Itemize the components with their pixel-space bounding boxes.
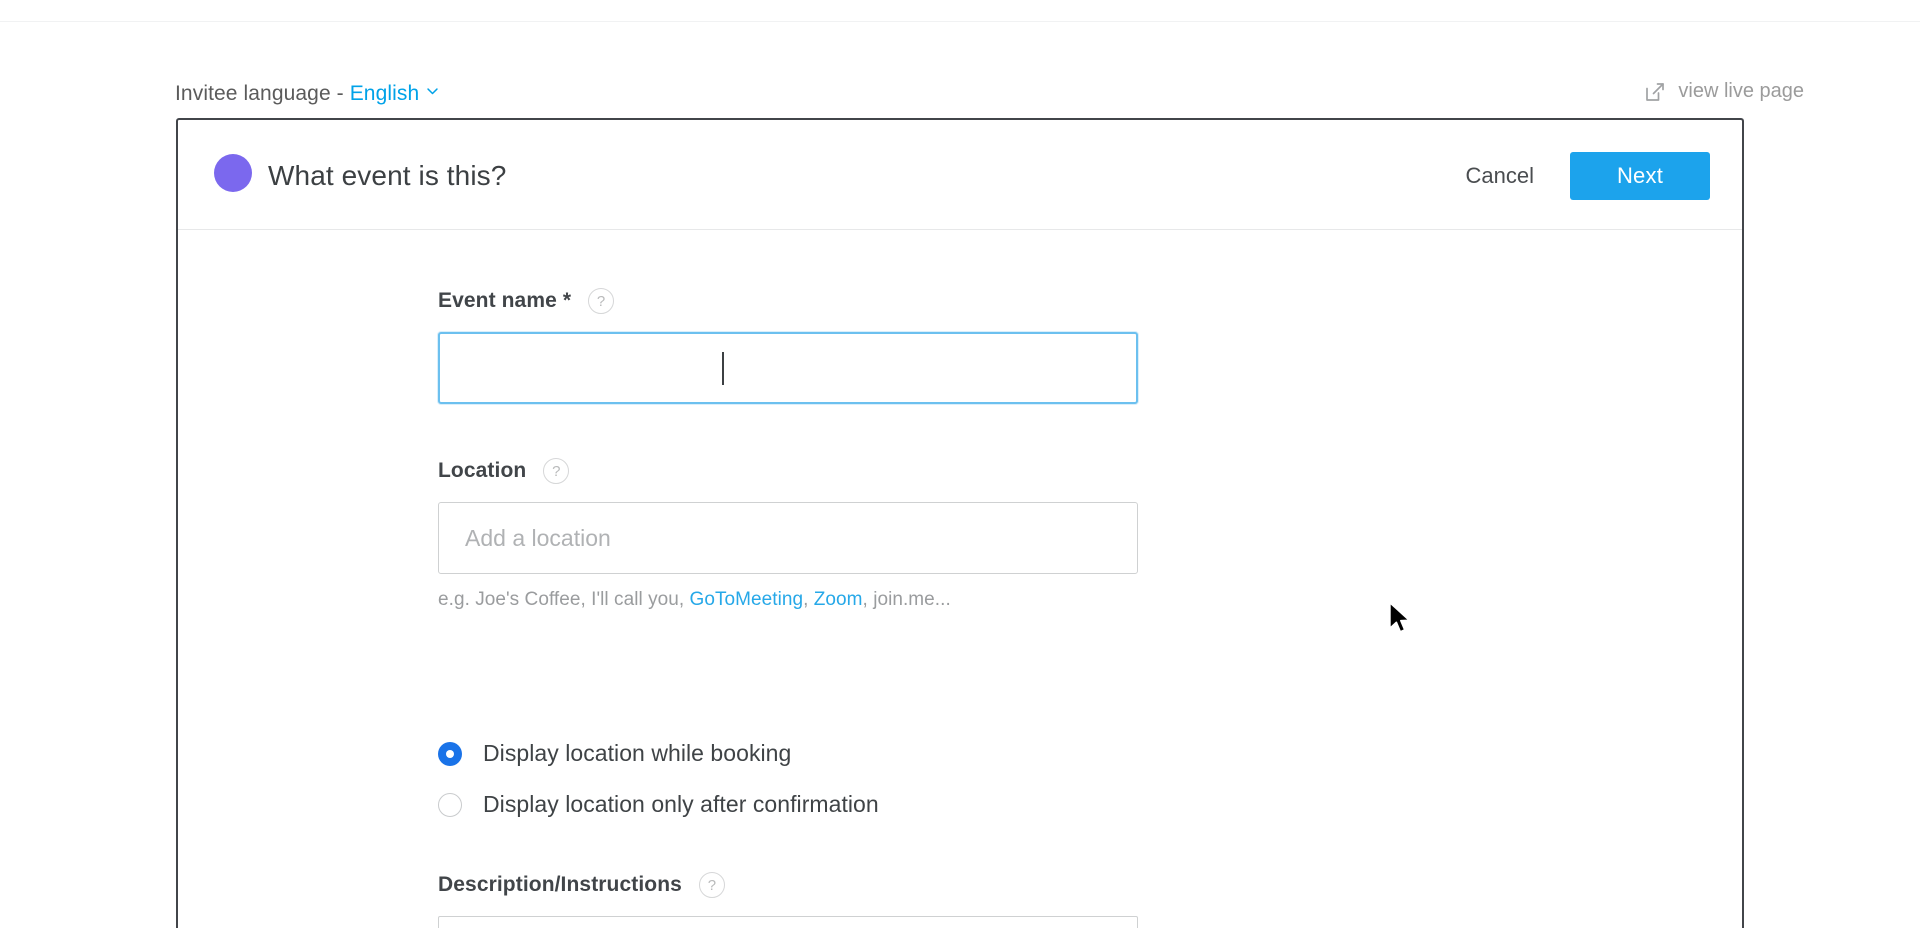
description-label-row: Description/Instructions ?	[438, 872, 1138, 898]
event-name-input-wrap	[438, 332, 1138, 404]
event-setup-card: What event is this? Cancel Next Event na…	[176, 118, 1744, 928]
gotomeeting-link[interactable]: GoToMeeting	[690, 589, 804, 610]
mouse-cursor	[1388, 602, 1414, 636]
radio-indicator[interactable]	[438, 741, 462, 766]
radio-indicator[interactable]	[438, 792, 462, 817]
view-live-page-label: view live page	[1678, 80, 1804, 102]
radio-label: Display location only after confirmation	[483, 791, 879, 817]
description-input-wrap	[438, 916, 1138, 928]
location-hint: e.g. Joe's Coffee, I'll call you, GoToMe…	[438, 589, 1138, 611]
event-name-input[interactable]	[438, 332, 1138, 404]
help-circle-icon[interactable]: ?	[588, 288, 615, 314]
cancel-button[interactable]: Cancel	[1462, 163, 1538, 189]
invitee-language-label: Invitee language -	[175, 82, 344, 105]
zoom-link[interactable]: Zoom	[814, 589, 863, 610]
radio-label: Display location while booking	[483, 740, 792, 766]
location-input-wrap	[438, 502, 1138, 574]
chevron-down-icon[interactable]	[426, 85, 439, 98]
description-field-group: Description/Instructions ?	[438, 872, 1138, 928]
topbar: Invitee language - English view live pag…	[0, 22, 1920, 105]
invitee-language-selector[interactable]: Invitee language - English	[175, 82, 439, 106]
description-label: Description/Instructions	[438, 873, 682, 896]
external-link-icon	[1644, 81, 1666, 103]
location-hint-suffix: , join.me...	[862, 589, 951, 610]
location-display-options: Display location while booking Display l…	[438, 740, 879, 818]
event-color-avatar[interactable]	[214, 154, 252, 192]
location-hint-prefix: e.g. Joe's Coffee, I'll call you,	[438, 589, 690, 610]
event-name-label: Event name *	[438, 289, 572, 312]
event-name-field-group: Event name * ?	[438, 288, 1138, 404]
location-field-group: Location ? e.g. Joe's Coffee, I'll call …	[438, 458, 1138, 611]
page-root: Invitee language - English view live pag…	[0, 0, 1920, 928]
help-circle-icon[interactable]: ?	[543, 458, 570, 484]
location-hint-sep: ,	[803, 589, 814, 610]
view-live-page-link[interactable]: view live page	[1644, 80, 1804, 103]
text-caret	[722, 352, 724, 385]
description-textarea[interactable]	[438, 916, 1138, 928]
location-label-row: Location ?	[438, 458, 1138, 484]
location-label: Location	[438, 459, 527, 482]
card-header-actions: Cancel Next	[1462, 152, 1710, 200]
invitee-language-value[interactable]: English	[350, 82, 420, 105]
radio-display-while-booking[interactable]: Display location while booking	[438, 740, 879, 767]
help-circle-icon[interactable]: ?	[698, 872, 725, 898]
next-button[interactable]: Next	[1570, 152, 1710, 200]
location-input[interactable]	[438, 502, 1138, 574]
radio-display-after-confirmation[interactable]: Display location only after confirmation	[438, 791, 879, 818]
card-header: What event is this? Cancel Next	[178, 120, 1742, 230]
page-title: What event is this?	[268, 160, 507, 191]
card-body: Event name * ? Location ? e.g. Jo	[178, 230, 1742, 928]
event-name-label-row: Event name * ?	[438, 288, 1138, 314]
